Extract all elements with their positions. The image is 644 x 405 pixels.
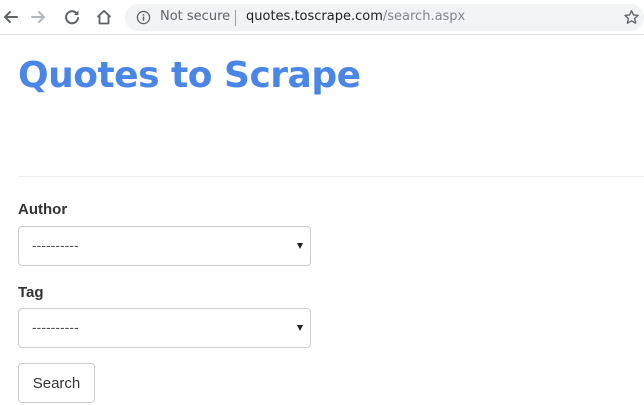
security-status: Not secure — [160, 9, 231, 24]
author-select[interactable]: ---------- — [18, 226, 311, 266]
chevron-down-icon — [297, 325, 303, 331]
home-button[interactable] — [93, 6, 115, 28]
omnibox-divider — [235, 10, 236, 26]
reload-icon — [65, 10, 79, 25]
info-icon[interactable] — [136, 10, 151, 25]
url-path: /search.aspx — [382, 9, 466, 24]
arrow-left-icon — [4, 11, 18, 23]
browser-toolbar: Not secure quotes.toscrape.com/search.as… — [0, 0, 644, 35]
tag-label: Tag — [18, 284, 44, 301]
forward-button[interactable] — [27, 6, 49, 28]
tag-select-value: ---------- — [32, 319, 79, 335]
url-text[interactable]: quotes.toscrape.com/search.aspx — [246, 9, 465, 24]
arrow-right-icon — [31, 11, 45, 23]
reload-button[interactable] — [61, 6, 83, 28]
chevron-down-icon — [297, 243, 303, 249]
star-icon[interactable] — [623, 9, 640, 26]
home-icon — [96, 9, 112, 25]
search-button[interactable]: Search — [18, 363, 95, 403]
address-bar[interactable]: Not secure quotes.toscrape.com/search.as… — [125, 4, 644, 31]
url-host: quotes.toscrape.com — [246, 9, 383, 24]
author-select-value: ---------- — [32, 237, 79, 253]
header-divider — [18, 176, 644, 177]
page-title[interactable]: Quotes to Scrape — [18, 55, 361, 96]
author-label: Author — [18, 201, 68, 218]
back-button[interactable] — [0, 6, 22, 28]
tag-select[interactable]: ---------- — [18, 308, 311, 348]
